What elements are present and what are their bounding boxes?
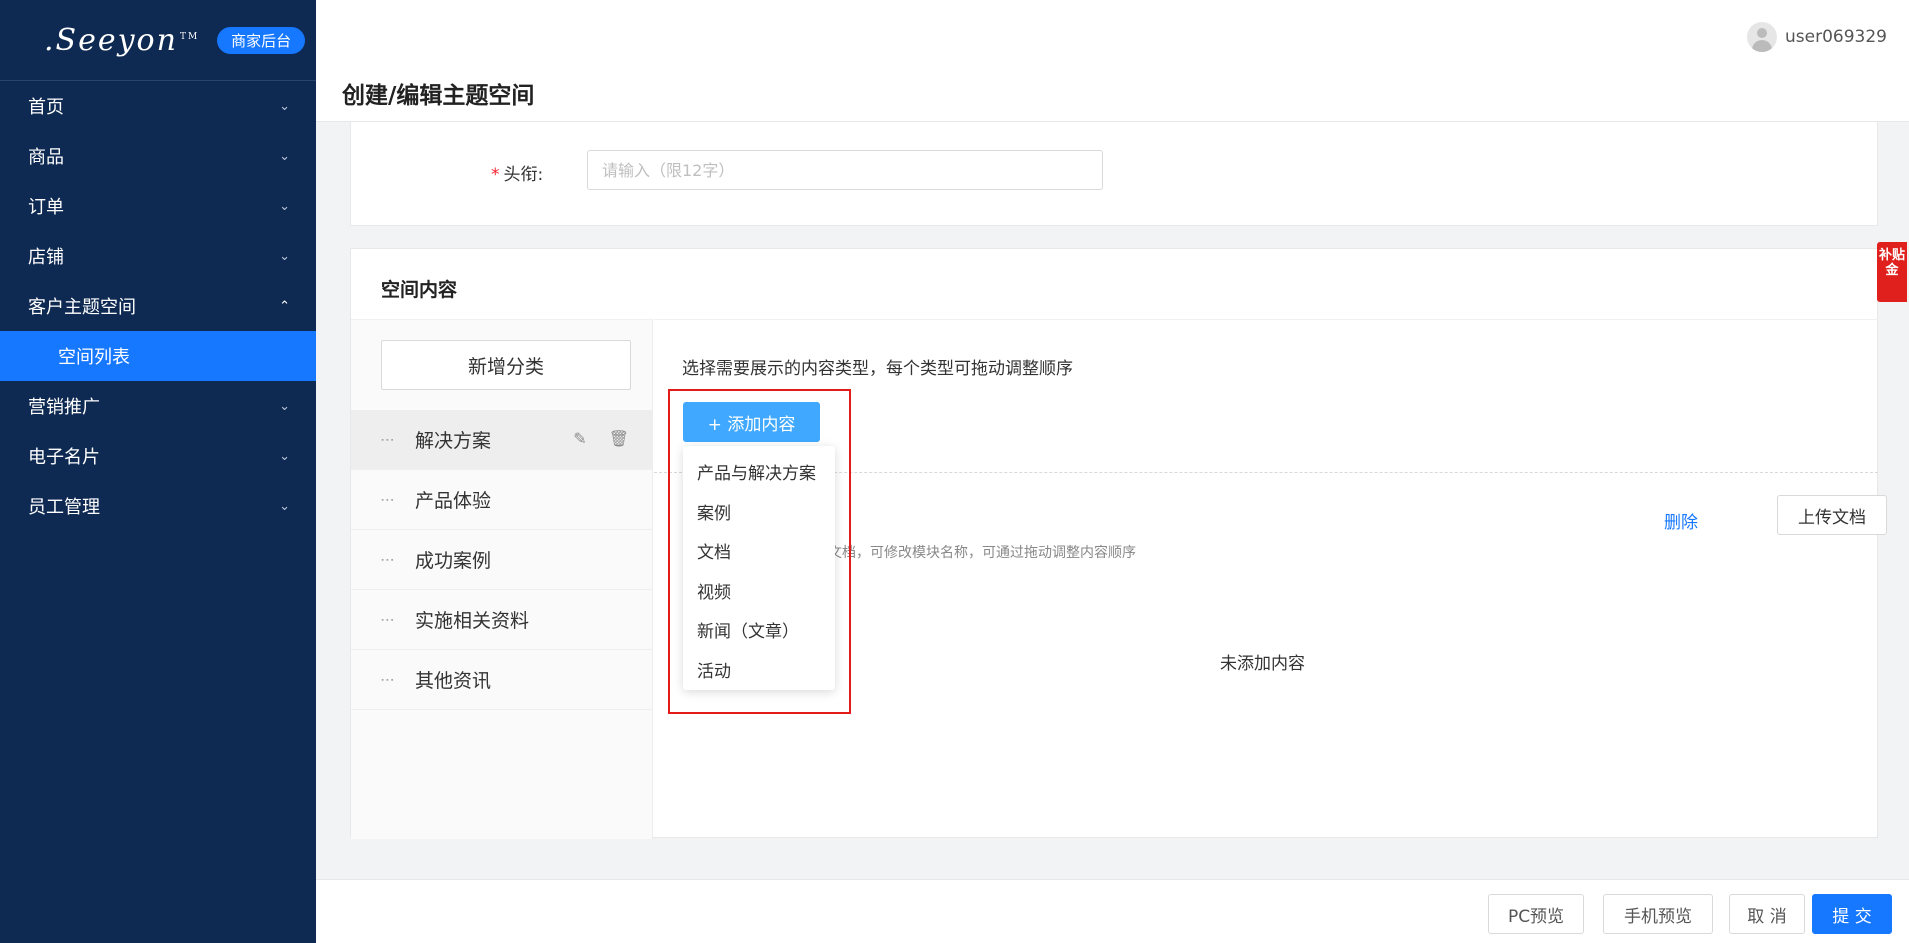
chevron-down-icon: ⌄: [279, 248, 290, 264]
category-label: 产品体验: [415, 490, 492, 512]
add-content-label: 添加内容: [727, 414, 796, 435]
dashed-divider: [654, 472, 1878, 473]
footer-bar: PC预览 手机预览 取 消 提 交: [316, 879, 1909, 943]
seeyon-logo[interactable]: .Seeyon TM: [44, 23, 199, 58]
nav-label: 店铺: [28, 247, 64, 268]
title-label-text: 头衔:: [503, 165, 544, 185]
nav-label: 订单: [28, 197, 64, 218]
nav-label: 客户主题空间: [28, 297, 136, 318]
dropdown-item-videos[interactable]: 视频: [683, 571, 835, 611]
logo-row: .Seeyon TM 商家后台: [0, 0, 316, 81]
nav-label: 电子名片: [28, 447, 100, 468]
chevron-down-icon: ⌄: [279, 498, 290, 514]
avatar-icon: [1747, 22, 1778, 52]
module-description: 案等文档，可修改模块名称，可通过拖动调整内容顺序: [800, 545, 1136, 561]
nav-item-marketing[interactable]: 营销推广 ⌄: [0, 381, 316, 431]
sidebar: .Seeyon TM 商家后台 首页 ⌄ 商品 ⌄ 订单 ⌄ 店铺 ⌄ 客户主题空…: [0, 0, 316, 943]
nav-label: 商品: [28, 147, 64, 168]
nav-label: 营销推广: [28, 397, 100, 418]
dropdown-item-events[interactable]: 活动: [683, 650, 835, 690]
chevron-down-icon: ⌄: [279, 148, 290, 164]
required-mark: *: [491, 165, 500, 185]
chevron-down-icon: ⌄: [279, 448, 290, 464]
category-label: 成功案例: [415, 550, 492, 572]
space-content-card: 空间内容 新增分类 ⋮ 解决方案 ✎ 🗑 ⋮ 产品体验 ⋮ 成功案例 ⋮ 实施相…: [350, 248, 1887, 839]
nav-item-orders[interactable]: 订单 ⌄: [0, 181, 316, 231]
subsidy-floating-button[interactable]: 补贴金: [1877, 242, 1907, 302]
dropdown-item-news[interactable]: 新闻（文章）: [683, 610, 835, 650]
dropdown-item-products-solutions[interactable]: 产品与解决方案: [683, 452, 835, 492]
page-header: 创建/编辑主题空间 user069329: [316, 0, 1909, 122]
title-field-label: * 头衔:: [491, 160, 543, 185]
nav-item-customer-space[interactable]: 客户主题空间 ⌃: [0, 281, 316, 331]
page-title: 创建/编辑主题空间: [342, 83, 535, 109]
nav-label: 首页: [28, 97, 64, 118]
dropdown-item-cases[interactable]: 案例: [683, 492, 835, 532]
category-actions: ✎ 🗑: [573, 429, 629, 448]
category-item[interactable]: ⋮ 成功案例: [351, 530, 653, 590]
drag-handle-icon[interactable]: ⋮: [379, 673, 395, 686]
basic-info-card: * 头衔:: [350, 122, 1878, 226]
category-label: 实施相关资料: [415, 610, 530, 632]
upload-document-button[interactable]: 上传文档: [1777, 495, 1887, 535]
category-item[interactable]: ⋮ 产品体验: [351, 470, 653, 530]
chevron-down-icon: ⌄: [279, 198, 290, 214]
nav-label: 员工管理: [28, 497, 100, 518]
category-panel: 新增分类 ⋮ 解决方案 ✎ 🗑 ⋮ 产品体验 ⋮ 成功案例 ⋮ 实施相关资料 ⋮…: [351, 319, 653, 839]
category-item[interactable]: ⋮ 实施相关资料: [351, 590, 653, 650]
category-label: 其他资讯: [415, 670, 492, 692]
user-menu[interactable]: user069329: [1747, 22, 1887, 52]
category-item[interactable]: ⋮ 解决方案 ✎ 🗑: [351, 410, 653, 470]
username: user069329: [1785, 27, 1887, 47]
section-title: 空间内容: [381, 279, 458, 301]
mobile-preview-button[interactable]: 手机预览: [1603, 894, 1713, 934]
nav-item-business-card[interactable]: 电子名片 ⌄: [0, 431, 316, 481]
dropdown-item-documents[interactable]: 文档: [683, 531, 835, 571]
chevron-up-icon: ⌃: [279, 298, 290, 314]
title-input[interactable]: [587, 150, 1103, 190]
drag-handle-icon[interactable]: ⋮: [379, 433, 395, 446]
category-item[interactable]: ⋮ 其他资讯: [351, 650, 653, 710]
content-type-hint: 选择需要展示的内容类型，每个类型可拖动调整顺序: [682, 359, 1073, 379]
plus-icon: +: [707, 414, 728, 435]
merchant-backend-badge: 商家后台: [217, 26, 306, 54]
cancel-button[interactable]: 取 消: [1729, 894, 1805, 934]
main-content: *头衔: 空间内容 新增分类 ⋮ 解决方案 ✎ 🗑 ⋮ 产品体验: [316, 122, 1909, 879]
pc-preview-button[interactable]: PC预览: [1488, 894, 1584, 934]
scrollbar[interactable]: [1897, 122, 1909, 879]
chevron-down-icon: ⌄: [279, 398, 290, 414]
content-area: 选择需要展示的内容类型，每个类型可拖动调整顺序 + 添加内容 产品与解决方案 案…: [654, 319, 1887, 839]
trash-icon[interactable]: 🗑: [609, 429, 629, 448]
nav-sub-label: 空间列表: [58, 347, 130, 368]
nav-subitem-space-list[interactable]: 空间列表: [0, 331, 316, 381]
edit-icon[interactable]: ✎: [573, 429, 586, 448]
chevron-down-icon: ⌄: [279, 98, 290, 114]
category-label: 解决方案: [415, 430, 492, 452]
drag-handle-icon[interactable]: ⋮: [379, 613, 395, 626]
category-list: ⋮ 解决方案 ✎ 🗑 ⋮ 产品体验 ⋮ 成功案例 ⋮ 实施相关资料 ⋮ 其他资讯: [351, 410, 653, 710]
content-type-dropdown: 产品与解决方案 案例 文档 视频 新闻（文章） 活动: [683, 446, 835, 690]
empty-state-text: 未添加内容: [1220, 654, 1305, 674]
nav-item-products[interactable]: 商品 ⌄: [0, 131, 316, 181]
add-category-button[interactable]: 新增分类: [381, 340, 631, 390]
drag-handle-icon[interactable]: ⋮: [379, 493, 395, 506]
nav-item-store[interactable]: 店铺 ⌄: [0, 231, 316, 281]
nav-item-staff[interactable]: 员工管理 ⌄: [0, 481, 316, 531]
submit-button[interactable]: 提 交: [1812, 894, 1892, 934]
add-content-button[interactable]: + 添加内容: [683, 402, 820, 442]
nav-item-home[interactable]: 首页 ⌄: [0, 81, 316, 131]
delete-link[interactable]: 删除: [1664, 508, 1698, 533]
drag-handle-icon[interactable]: ⋮: [379, 553, 395, 566]
